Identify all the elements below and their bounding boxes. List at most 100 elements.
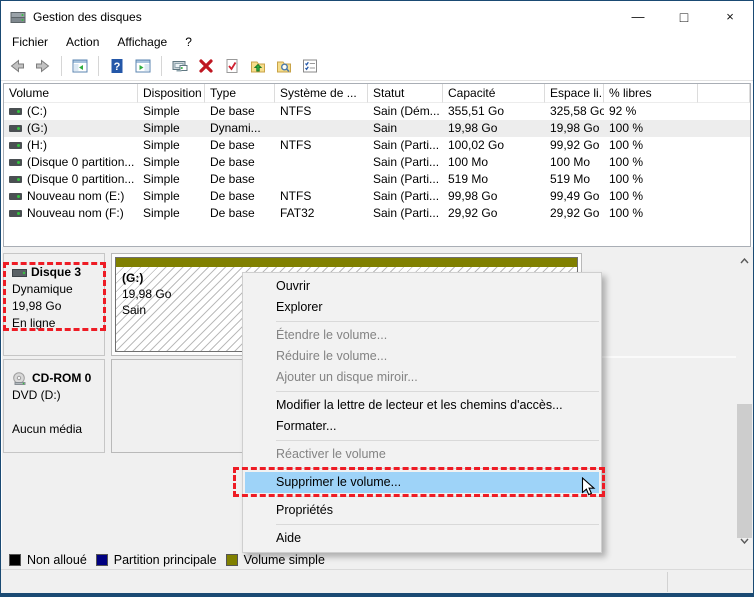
table-row-selected[interactable]: (G:) Simple Dynami... Sain 19,98 Go 19,9…	[4, 120, 750, 137]
cell-espace: 99,92 Go	[545, 137, 604, 154]
menu-item-supprimer-volume[interactable]: Supprimer le volume...	[245, 472, 599, 493]
table-row[interactable]: (H:) Simple De base NTFS Sain (Parti... …	[4, 137, 750, 154]
cell-disposition: Simple	[138, 171, 205, 188]
cell-libres: 92 %	[604, 103, 698, 120]
toolbar-separator	[161, 56, 162, 76]
column-header-espace[interactable]: Espace li...	[545, 84, 604, 103]
mouse-cursor	[581, 477, 597, 497]
scroll-up-icon[interactable]	[736, 253, 753, 269]
disk3-panel[interactable]: Disque 3 Dynamique 19,98 Go En ligne	[3, 253, 105, 356]
cell-disposition: Simple	[138, 188, 205, 205]
column-header-systeme[interactable]: Système de ...	[275, 84, 368, 103]
delete-icon[interactable]	[195, 55, 217, 77]
cell-systeme: NTFS	[275, 137, 368, 154]
table-row[interactable]: (Disque 0 partition... Simple De base Sa…	[4, 154, 750, 171]
cell-type: De base	[205, 188, 275, 205]
cell-type: De base	[205, 137, 275, 154]
check-disk-icon[interactable]	[221, 55, 243, 77]
cell-espace: 99,49 Go	[545, 188, 604, 205]
cdrom-panel[interactable]: CD-ROM 0 DVD (D:) Aucun média	[3, 359, 105, 453]
show-console-tree-icon[interactable]	[69, 55, 91, 77]
menu-item-etendre: Étendre le volume...	[243, 325, 601, 346]
cell-systeme	[275, 120, 368, 137]
legend-swatch-non-alloue	[9, 554, 21, 566]
menu-item-formater[interactable]: Formater...	[243, 416, 601, 437]
cell-volume: (Disque 0 partition...	[27, 171, 134, 188]
cell-systeme: NTFS	[275, 188, 368, 205]
table-row[interactable]: (Disque 0 partition... Simple De base Sa…	[4, 171, 750, 188]
menu-action[interactable]: Action	[57, 33, 108, 51]
cell-type: De base	[205, 103, 275, 120]
menu-item-reactiver: Réactiver le volume	[243, 444, 601, 465]
folder-up-icon[interactable]	[247, 55, 269, 77]
disk-status: En ligne	[12, 315, 104, 332]
close-button[interactable]: ×	[707, 1, 753, 32]
toolbar-separator	[98, 56, 99, 76]
cell-volume: (H:)	[27, 137, 47, 154]
legend-label: Volume simple	[244, 553, 325, 567]
cell-capacite: 19,98 Go	[443, 120, 545, 137]
column-header-disposition[interactable]: Disposition	[138, 84, 205, 103]
folder-search-icon[interactable]	[273, 55, 295, 77]
legend-label: Partition principale	[114, 553, 217, 567]
cell-libres: 100 %	[604, 171, 698, 188]
cell-libres: 100 %	[604, 188, 698, 205]
maximize-button[interactable]: □	[661, 1, 707, 32]
forward-icon[interactable]	[32, 55, 54, 77]
help-icon[interactable]: ?	[106, 55, 128, 77]
minimize-button[interactable]: —	[615, 1, 661, 32]
cell-systeme	[275, 171, 368, 188]
cell-type: Dynami...	[205, 120, 275, 137]
app-icon	[10, 9, 26, 25]
menu-item-proprietes[interactable]: Propriétés	[243, 500, 601, 521]
menu-fichier[interactable]: Fichier	[3, 33, 57, 51]
menu-item-explorer[interactable]: Explorer	[243, 297, 601, 318]
menu-separator	[276, 524, 599, 525]
column-header-volume[interactable]: Volume	[4, 84, 138, 103]
vertical-scrollbar[interactable]	[736, 253, 753, 549]
column-header-statut[interactable]: Statut	[368, 84, 443, 103]
table-row[interactable]: Nouveau nom (F:) Simple De base FAT32 Sa…	[4, 205, 750, 222]
cell-type: De base	[205, 154, 275, 171]
menu-bar: Fichier Action Affichage ?	[1, 32, 753, 52]
menu-separator	[276, 391, 599, 392]
volume-list: Volume Disposition Type Système de ... S…	[3, 83, 751, 247]
disk-capacity: 19,98 Go	[12, 298, 104, 315]
menu-separator	[276, 440, 599, 441]
volume-icon	[9, 193, 22, 200]
menu-help[interactable]: ?	[176, 33, 201, 51]
properties-list-icon[interactable]	[299, 55, 321, 77]
table-row[interactable]: (C:) Simple De base NTFS Sain (Dém... 35…	[4, 103, 750, 120]
scrollbar-thumb[interactable]	[737, 404, 752, 538]
svg-text:?: ?	[114, 61, 121, 73]
scroll-down-icon[interactable]	[736, 533, 753, 549]
cell-espace: 19,98 Go	[545, 120, 604, 137]
cell-espace: 100 Mo	[545, 154, 604, 171]
cell-statut: Sain (Parti...	[368, 154, 443, 171]
remote-computer-icon[interactable]	[169, 55, 191, 77]
cell-capacite: 99,98 Go	[443, 188, 545, 205]
menu-affichage[interactable]: Affichage	[108, 33, 176, 51]
volume-simple-band	[116, 258, 577, 267]
show-action-pane-icon[interactable]	[132, 55, 154, 77]
menu-item-aide[interactable]: Aide	[243, 528, 601, 549]
table-row[interactable]: Nouveau nom (E:) Simple De base NTFS Sai…	[4, 188, 750, 205]
disk-type: Dynamique	[12, 281, 104, 298]
menu-item-ouvrir[interactable]: Ouvrir	[243, 276, 601, 297]
menu-item-modifier-lettre[interactable]: Modifier la lettre de lecteur et les che…	[243, 395, 601, 416]
statusbar-separator	[667, 572, 668, 592]
disk-icon	[12, 269, 27, 277]
column-header-libres[interactable]: % libres	[604, 84, 698, 103]
cell-systeme: FAT32	[275, 205, 368, 222]
cell-volume: (Disque 0 partition...	[27, 154, 134, 171]
toolbar: ?	[1, 52, 753, 81]
column-header-type[interactable]: Type	[205, 84, 275, 103]
column-header-capacite[interactable]: Capacité	[443, 84, 545, 103]
volume-capacity: 19,98 Go	[122, 286, 171, 302]
drive-letter: DVD (D:)	[12, 387, 104, 404]
back-icon[interactable]	[6, 55, 28, 77]
cell-libres: 100 %	[604, 205, 698, 222]
context-menu: Ouvrir Explorer Étendre le volume... Réd…	[242, 272, 602, 553]
toolbar-separator	[61, 56, 62, 76]
status-bar	[1, 569, 753, 593]
